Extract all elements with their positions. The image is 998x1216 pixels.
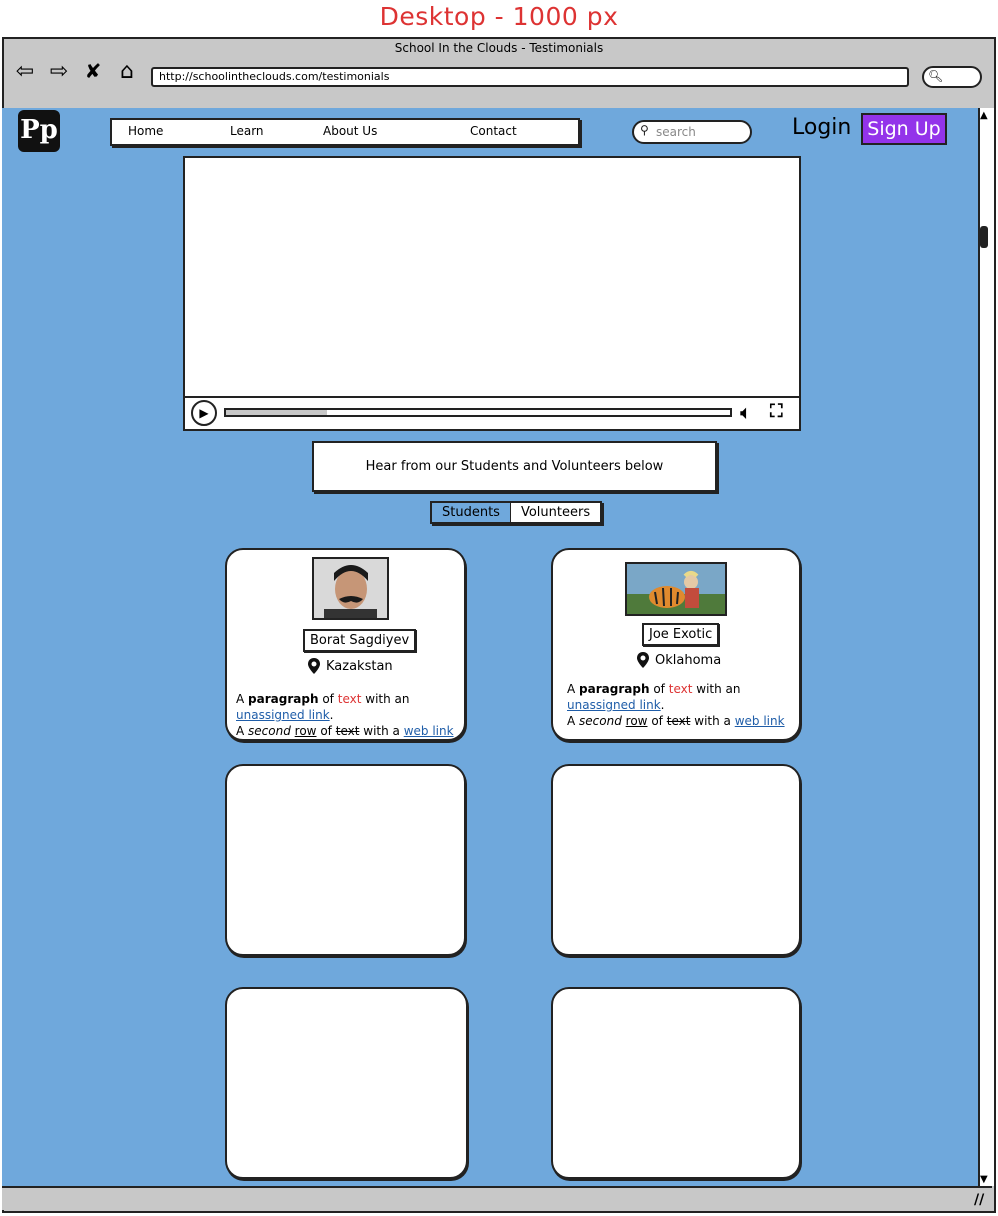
search-icon: ⚲ <box>640 123 649 137</box>
testimonial-tabs: Students Volunteers <box>430 501 603 524</box>
location-pin-icon <box>637 652 649 668</box>
web-link[interactable]: web link <box>404 724 454 738</box>
unassigned-link[interactable]: unassigned link <box>236 708 330 722</box>
testimonial-card-placeholder <box>225 987 468 1179</box>
status-bar <box>2 1186 992 1210</box>
scroll-thumb[interactable] <box>980 226 988 248</box>
scroll-down-icon[interactable]: ▼ <box>980 1174 988 1185</box>
main-menu: Home Learn About Us Contact <box>110 118 580 146</box>
vertical-scrollbar[interactable] <box>978 108 994 1186</box>
window-title: School In the Clouds - Testimonials <box>394 41 604 55</box>
menu-item-home[interactable]: Home <box>128 124 163 138</box>
testimonial-card-placeholder <box>225 764 466 956</box>
testimonial-location: Oklahoma <box>636 651 721 669</box>
search-icon: 🔍︎ <box>928 69 944 83</box>
testimonial-card-placeholder <box>551 987 801 1179</box>
site-search-input[interactable]: search <box>632 120 752 144</box>
unassigned-link[interactable]: unassigned link <box>567 698 661 712</box>
back-arrow-icon[interactable]: ⇦ <box>12 59 38 84</box>
testimonials-banner: Hear from our Students and Volunteers be… <box>312 441 717 492</box>
menu-item-learn[interactable]: Learn <box>230 124 264 138</box>
avatar <box>312 557 389 620</box>
forward-arrow-icon[interactable]: ⇨ <box>46 59 72 84</box>
video-player[interactable] <box>183 156 801 431</box>
testimonial-name: Joe Exotic <box>642 623 720 646</box>
browser-search-field[interactable]: 🔍︎ <box>922 66 982 88</box>
browser-nav: ⇦ ⇨ ✘ ⌂ <box>12 58 140 84</box>
volume-icon[interactable]: 🔈︎ <box>740 400 752 424</box>
web-link[interactable]: web link <box>735 714 785 728</box>
testimonial-text: A paragraph of text with an unassigned l… <box>236 692 454 738</box>
home-icon[interactable]: ⌂ <box>114 59 140 84</box>
tab-students[interactable]: Students <box>432 503 511 522</box>
address-bar[interactable]: http://schoolintheclouds.com/testimonial… <box>151 67 909 87</box>
site-logo[interactable]: Pp <box>18 110 60 152</box>
testimonial-text: A paragraph of text with an unassigned l… <box>567 682 785 728</box>
close-icon[interactable]: ✘ <box>80 59 106 83</box>
location-label: Oklahoma <box>655 652 722 668</box>
location-label: Kazakstan <box>326 658 393 674</box>
tab-volunteers[interactable]: Volunteers <box>510 503 601 522</box>
menu-item-about-us[interactable]: About Us <box>323 124 377 138</box>
play-icon[interactable]: ▶ <box>191 400 217 426</box>
login-link[interactable]: Login <box>792 115 851 140</box>
location-pin-icon <box>308 658 320 674</box>
video-progress-fill <box>226 410 327 415</box>
fullscreen-icon[interactable]: ⛶ <box>770 401 783 422</box>
resize-grip-icon[interactable]: // <box>974 1192 984 1208</box>
testimonial-name: Borat Sagdiyev <box>303 629 417 652</box>
mockup-caption: Desktop - 1000 px <box>379 2 619 31</box>
testimonial-card-placeholder <box>551 764 801 956</box>
avatar <box>625 562 727 616</box>
menu-item-contact[interactable]: Contact <box>470 124 517 138</box>
signup-button[interactable]: Sign Up <box>861 113 947 145</box>
scroll-up-icon[interactable]: ▲ <box>980 110 988 121</box>
testimonial-location: Kazakstan <box>307 657 393 675</box>
